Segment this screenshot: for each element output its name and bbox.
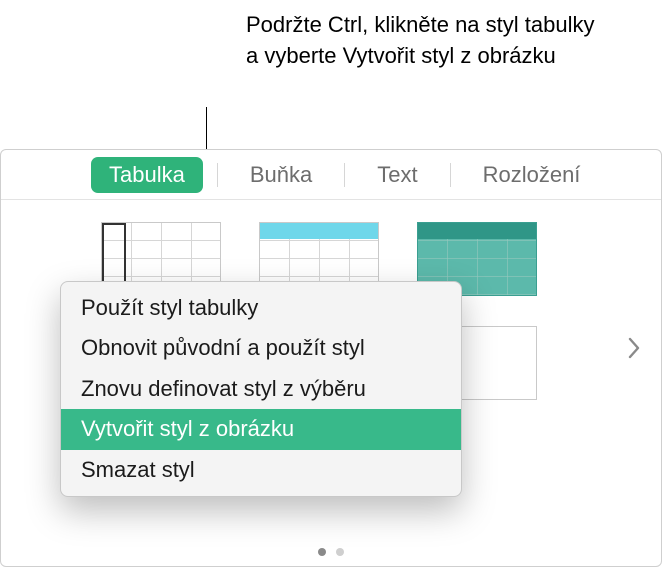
page-dot[interactable]	[336, 548, 344, 556]
callout-text: Podržte Ctrl, klikněte na styl tabulky a…	[246, 10, 606, 72]
tab-separator	[217, 163, 218, 187]
ctx-delete-style[interactable]: Smazat styl	[61, 450, 461, 490]
header-strip-icon	[418, 223, 536, 239]
ctx-create-style-from-image[interactable]: Vytvořit styl z obrázku	[61, 409, 461, 449]
inspector-tabs: Tabulka Buňka Text Rozložení	[1, 150, 661, 200]
header-strip-icon	[260, 223, 378, 239]
tab-separator	[450, 163, 451, 187]
ctx-apply-style[interactable]: Použít styl tabulky	[61, 288, 461, 328]
tab-cell[interactable]: Buňka	[232, 156, 330, 194]
chevron-right-icon	[627, 336, 641, 365]
tab-separator	[344, 163, 345, 187]
tab-table[interactable]: Tabulka	[91, 157, 203, 193]
ctx-reset-apply-style[interactable]: Obnovit původní a použít styl	[61, 328, 461, 368]
styles-next-button[interactable]	[621, 330, 647, 370]
styles-page-dots	[318, 548, 344, 556]
page-dot[interactable]	[318, 548, 326, 556]
ctx-redefine-style[interactable]: Znovu definovat styl z výběru	[61, 369, 461, 409]
tab-text[interactable]: Text	[359, 156, 435, 194]
tab-layout[interactable]: Rozložení	[465, 156, 599, 194]
context-menu: Použít styl tabulky Obnovit původní a po…	[60, 281, 462, 497]
